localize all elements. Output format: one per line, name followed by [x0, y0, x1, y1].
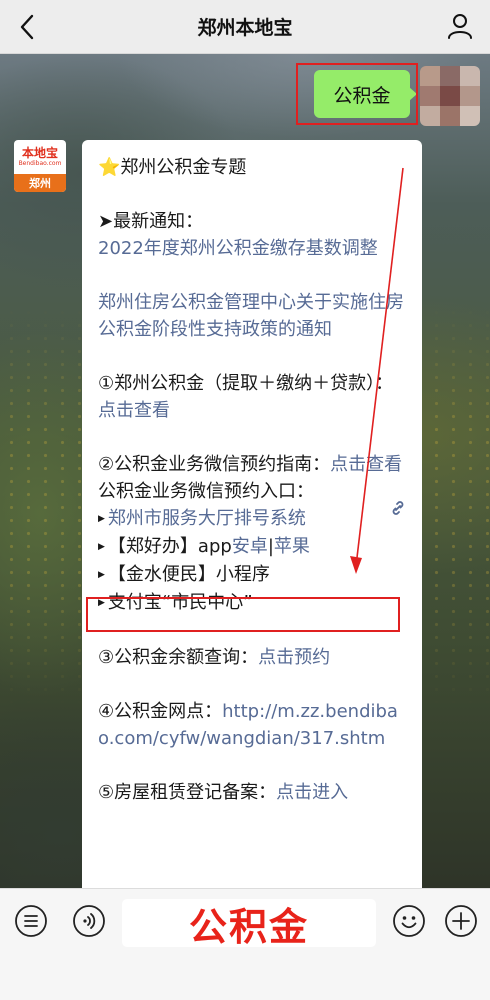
bot-avatar[interactable]: 本地宝 Bendibao.com 郑州 — [14, 140, 66, 192]
user-icon[interactable] — [446, 12, 474, 40]
app-row-highlight-box — [86, 597, 400, 632]
notice-link-2[interactable]: 郑州住房公积金管理中心关于实施住房公积金阶段性支持政策的通知 — [98, 292, 404, 340]
entry-label: 公积金业务微信预约入口： — [98, 481, 314, 502]
incoming-message-bubble: ⭐郑州公积金专题 ➤最新通知： 2022年度郑州公积金缴存基数调整 郑州住房公积… — [82, 140, 422, 900]
my-avatar[interactable] — [420, 66, 480, 126]
item2-link[interactable]: 点击查看 — [330, 454, 402, 475]
voice-icon[interactable] — [72, 904, 106, 938]
message-input-value: 公积金 — [188, 904, 309, 949]
item4-text: ④公积金网点： — [98, 701, 223, 722]
item3-text: ③公积金余额查询： — [98, 647, 259, 668]
item5-link[interactable]: 点击进入 — [276, 782, 348, 803]
plus-icon[interactable] — [444, 904, 478, 938]
entry2-text: 【郑好办】app — [107, 536, 232, 557]
item1-link[interactable]: 点击查看 — [98, 400, 170, 421]
entry3-text: 【金水便民】小程序 — [107, 564, 270, 585]
emoji-icon[interactable] — [392, 904, 426, 938]
city-label: 郑州 — [14, 174, 66, 192]
entry2-link-ios[interactable]: 苹果 — [274, 536, 310, 557]
back-chevron-icon[interactable] — [16, 12, 40, 42]
latest-notice-label: ➤最新通知： — [98, 211, 204, 232]
message-input[interactable]: 公积金 — [122, 899, 376, 949]
entry1-link[interactable]: 郑州市服务大厅排号系统 — [108, 508, 306, 529]
bendibao-logo: 本地宝 Bendibao.com — [18, 145, 62, 167]
entry2-link-android[interactable]: 安卓 — [232, 536, 268, 557]
page-title: 郑州本地宝 — [197, 17, 293, 39]
item3-link[interactable]: 点击预约 — [258, 647, 330, 668]
outgoing-highlight-box — [296, 63, 418, 125]
notice-link-1[interactable]: 2022年度郑州公积金缴存基数调整 — [98, 238, 378, 259]
message-title: ⭐郑州公积金专题 — [98, 157, 247, 178]
item5-text: ⑤房屋租赁登记备案： — [98, 782, 277, 803]
input-bar: 公积金 — [0, 888, 490, 1000]
item1-text: ①郑州公积金（提取＋缴纳＋贷款）： — [98, 373, 394, 394]
nav-header: 郑州本地宝 — [0, 0, 490, 54]
menu-list-icon[interactable] — [14, 904, 48, 938]
link-icon — [392, 501, 404, 515]
item2-text: ②公积金业务微信预约指南： — [98, 454, 331, 475]
